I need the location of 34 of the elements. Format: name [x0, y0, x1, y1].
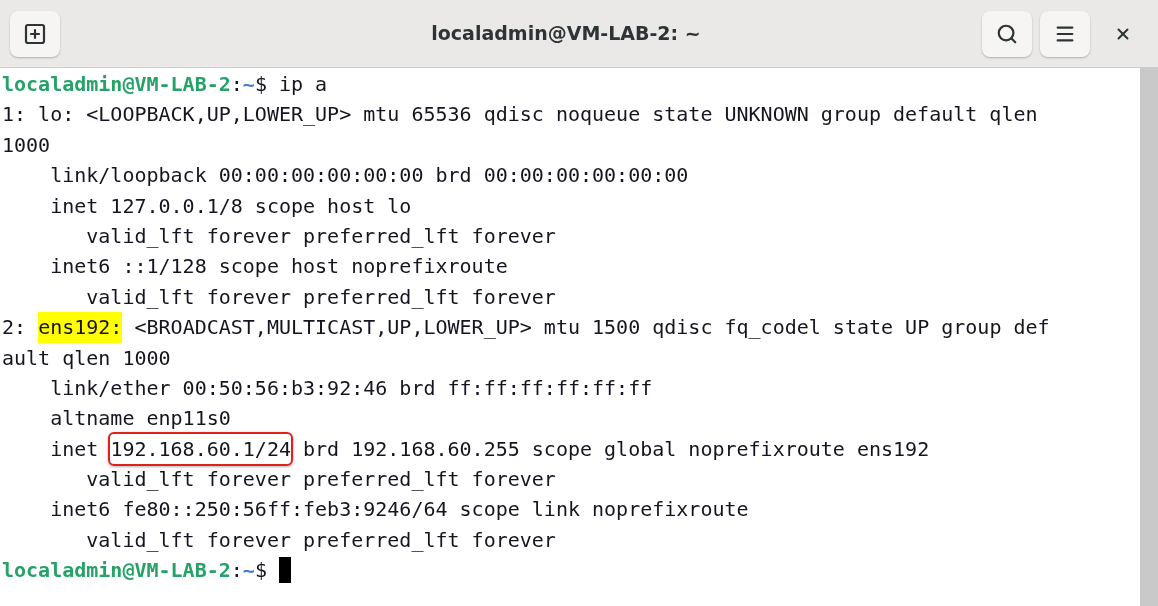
terminal-text: link/loopback 00:00:00:00:00:00 brd 00:00:00:00:00:00	[49, 162, 689, 190]
terminal-text: :	[230, 71, 243, 98]
terminal-text: 1: lo: <LOOPBACK,UP,LOWER_UP> mtu 65536 qdisc noqueue state UNKNOWN group default qlen	[2, 101, 1038, 129]
terminal-text: inet 127.0.0.1/8 scope host lo	[49, 192, 412, 220]
prompt-user-host: localadmin@VM-LAB-2	[2, 557, 231, 585]
menu-button[interactable]	[1040, 10, 1090, 57]
terminal-text: $	[254, 557, 268, 585]
circled-text: 192.168.60.1/24	[108, 431, 293, 467]
terminal-text: brd 192.168.60.255 scope global noprefixroute ens192	[302, 435, 930, 463]
search-icon	[996, 22, 1018, 45]
terminal-text: valid_lft forever preferred_lft forever	[85, 222, 556, 250]
terminal-text: valid_lft forever preferred_lft forever	[85, 466, 556, 494]
prompt-path: ~	[242, 71, 255, 98]
search-button[interactable]	[982, 10, 1032, 57]
new-tab-button[interactable]	[10, 10, 60, 57]
terminal-text: valid_lft forever preferred_lft forever	[85, 526, 556, 554]
terminal-text: altname enp11s0	[49, 405, 231, 433]
terminal-text: <BROADCAST,MULTICAST,UP,LOWER_UP> mtu 1500 qdisc fq_codel state UP group def	[133, 314, 1050, 342]
prompt-user-host: localadmin@VM-LAB-2	[2, 71, 231, 98]
terminal-text: link/ether 00:50:56:b3:92:46 brd ff:ff:ff:ff:ff:ff	[49, 374, 653, 402]
terminal-text: $ ip a	[254, 71, 328, 98]
highlighted-text: ens192:	[38, 312, 123, 343]
terminal-text: inet	[49, 435, 100, 463]
window-title: localadmin@VM-LAB-2: ~	[431, 21, 701, 47]
terminal-text: 2:	[2, 314, 28, 342]
terminal-text: valid_lft forever preferred_lft forever	[85, 283, 556, 311]
new-tab-icon	[23, 21, 47, 46]
terminal-text: ault qlen 1000	[2, 344, 171, 372]
terminal-text: 1000	[2, 131, 51, 159]
terminal-text: inet6 ::1/128 scope host noprefixroute	[49, 253, 508, 281]
terminal-text: inet6 fe80::250:56ff:feb3:9246/64 scope link noprefixroute	[49, 496, 749, 524]
scrollbar[interactable]	[1140, 68, 1158, 606]
terminal-text: :	[230, 557, 243, 585]
prompt-path: ~	[242, 557, 255, 585]
